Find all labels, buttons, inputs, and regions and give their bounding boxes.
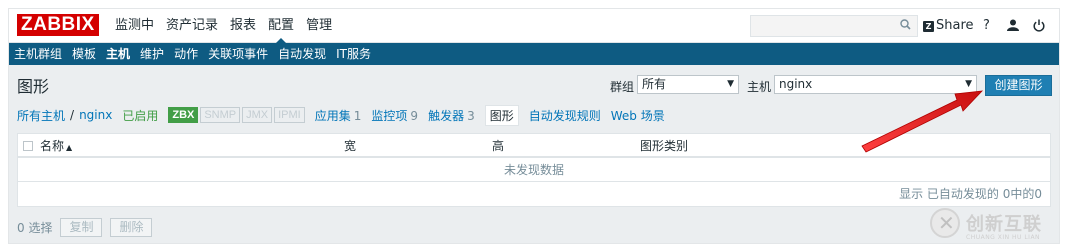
watermark-circle-icon: ✕ (930, 208, 960, 238)
watermark-text: 创新互联 (966, 214, 1042, 235)
watermark-logo: ✕ 创新互联 CHUANG XIN HU LIAN (930, 206, 1060, 246)
annotation-arrow-icon (861, 90, 984, 153)
watermark-subtext: CHUANG XIN HU LIAN (966, 234, 1041, 241)
